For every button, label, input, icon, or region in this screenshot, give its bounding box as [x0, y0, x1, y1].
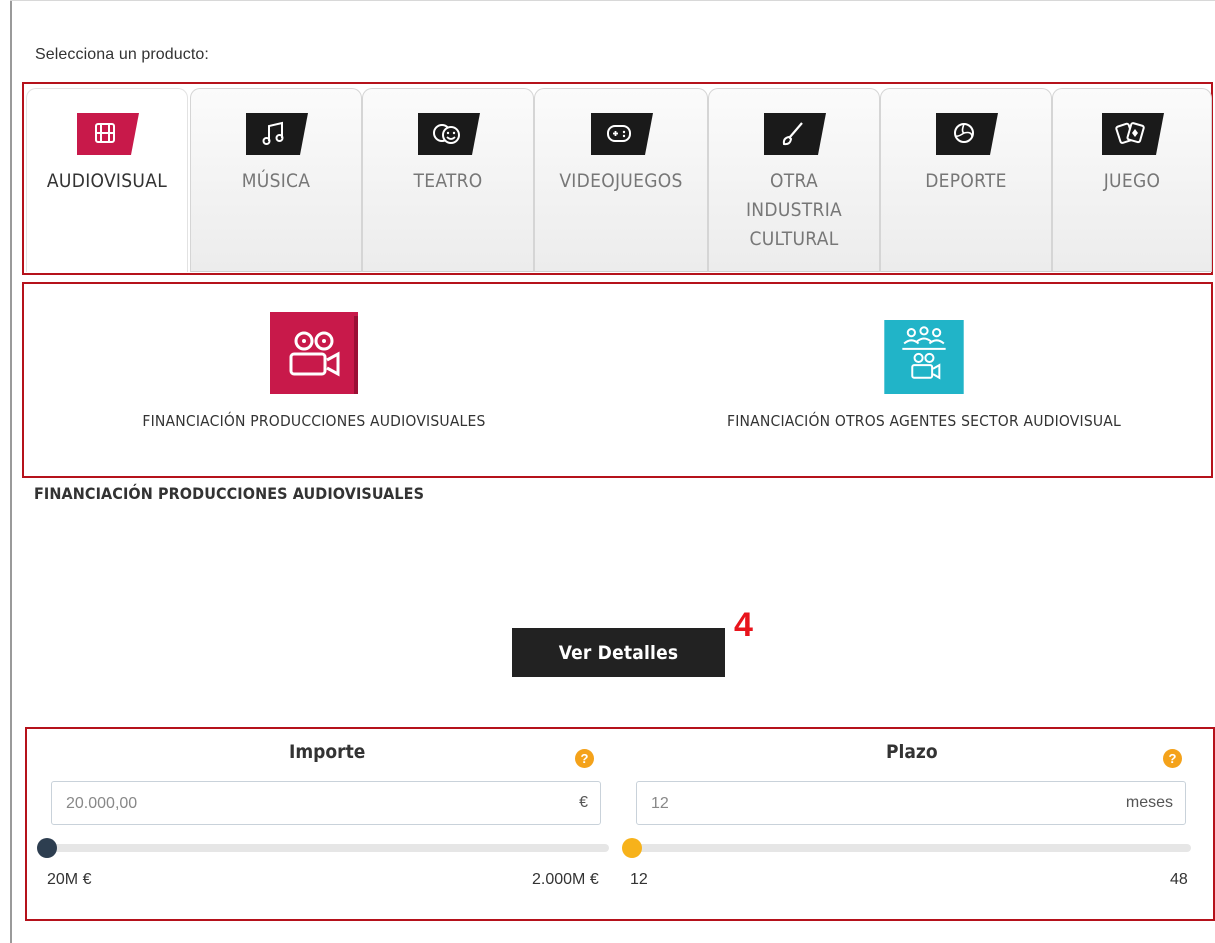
- product-financiacion-otros-agentes[interactable]: FINANCIACIÓN OTROS AGENTES SECTOR AUDIOV…: [694, 284, 1154, 430]
- importe-slider-track[interactable]: [41, 844, 609, 852]
- plazo-input[interactable]: [649, 782, 1037, 826]
- importe-title: Importe: [289, 741, 366, 763]
- window-left-edge: [10, 0, 12, 943]
- volleyball-icon: [936, 113, 998, 155]
- tab-otra-industria-cultural[interactable]: OTRA INDUSTRIA CULTURAL: [708, 88, 880, 272]
- tab-juego[interactable]: JUEGO: [1052, 88, 1212, 272]
- music-note-icon: [246, 113, 308, 155]
- plazo-unit: meses: [1125, 794, 1173, 811]
- category-tabs-highlight: AUDIOVISUAL MÚSICA TEATRO VIDEOJUEGOS OT…: [22, 82, 1213, 275]
- importe-help-icon[interactable]: ?: [575, 749, 594, 768]
- plazo-slider-track[interactable]: [626, 844, 1191, 852]
- plazo-field[interactable]: meses: [636, 781, 1186, 826]
- playing-cards-icon: [1102, 113, 1164, 155]
- tab-otra-industria-cultural-label: OTRA INDUSTRIA CULTURAL: [745, 170, 843, 250]
- tab-videojuegos[interactable]: VIDEOJUEGOS: [534, 88, 708, 272]
- plazo-slider-thumb[interactable]: [622, 838, 642, 858]
- product-financiacion-producciones-label: FINANCIACIÓN PRODUCCIONES AUDIOVISUALES: [142, 412, 486, 430]
- plazo-max-label: 48: [1170, 871, 1188, 888]
- loan-calculator-highlight: Importe ? € 20M € 2.000M € Plazo ? meses…: [25, 727, 1215, 921]
- plazo-help-icon[interactable]: ?: [1163, 749, 1182, 768]
- tab-teatro-label: TEATRO: [413, 170, 483, 192]
- importe-unit: €: [579, 794, 588, 811]
- select-product-prompt: Selecciona un producto:: [35, 46, 209, 63]
- audience-camera-icon: [884, 320, 964, 394]
- tab-videojuegos-label: VIDEOJUEGOS: [559, 170, 683, 192]
- product-financiacion-producciones[interactable]: FINANCIACIÓN PRODUCCIONES AUDIOVISUALES: [114, 284, 514, 430]
- window-top-edge: [10, 0, 1215, 1]
- importe-input[interactable]: [64, 782, 452, 826]
- step-number-annotation: 4: [734, 606, 753, 644]
- tab-audiovisual[interactable]: AUDIOVISUAL: [26, 88, 188, 272]
- product-options-highlight: FINANCIACIÓN PRODUCCIONES AUDIOVISUALES …: [22, 282, 1213, 478]
- theater-masks-icon: [418, 113, 480, 155]
- film-camera-icon: [270, 312, 358, 394]
- product-financiacion-otros-agentes-label: FINANCIACIÓN OTROS AGENTES SECTOR AUDIOV…: [727, 412, 1121, 430]
- paintbrush-icon: [764, 113, 826, 155]
- tab-teatro[interactable]: TEATRO: [362, 88, 534, 272]
- importe-max-label: 2.000M €: [532, 871, 599, 888]
- film-icon: [77, 113, 139, 155]
- plazo-min-label: 12: [630, 871, 648, 888]
- tab-musica[interactable]: MÚSICA: [190, 88, 362, 272]
- tab-juego-label: JUEGO: [1103, 170, 1161, 192]
- tab-musica-label: MÚSICA: [241, 170, 311, 192]
- tab-audiovisual-label: AUDIOVISUAL: [46, 170, 168, 192]
- tab-deporte-label: DEPORTE: [925, 170, 1007, 192]
- selected-product-title: FINANCIACIÓN PRODUCCIONES AUDIOVISUALES: [34, 484, 425, 503]
- tab-deporte[interactable]: DEPORTE: [880, 88, 1052, 272]
- gamepad-icon: [591, 113, 653, 155]
- importe-slider-thumb[interactable]: [37, 838, 57, 858]
- importe-field[interactable]: €: [51, 781, 601, 826]
- plazo-title: Plazo: [886, 741, 938, 763]
- importe-min-label: 20M €: [47, 871, 92, 888]
- ver-detalles-button[interactable]: Ver Detalles: [512, 628, 725, 677]
